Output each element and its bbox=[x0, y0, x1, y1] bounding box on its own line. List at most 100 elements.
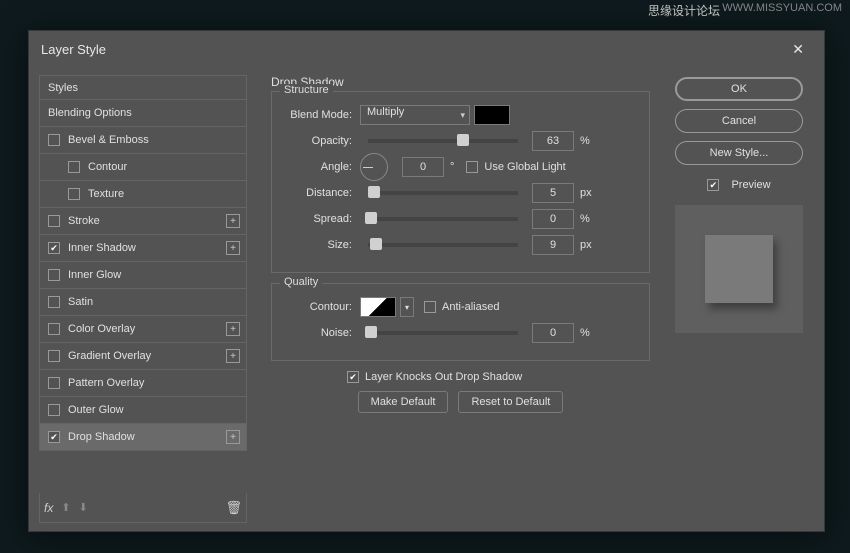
arrow-up-icon[interactable]: ⬆ bbox=[61, 501, 70, 514]
checkbox[interactable] bbox=[48, 431, 60, 443]
blend-mode-select[interactable]: Multiply▾ bbox=[360, 105, 470, 125]
checkbox[interactable] bbox=[48, 404, 60, 416]
checkbox[interactable] bbox=[48, 269, 60, 281]
preview-checkbox[interactable] bbox=[707, 179, 719, 191]
dialog-title: Layer Style bbox=[41, 42, 784, 57]
checkbox[interactable] bbox=[48, 242, 60, 254]
spread-unit: % bbox=[580, 213, 590, 225]
plus-icon[interactable]: + bbox=[226, 430, 240, 444]
distance-label: Distance: bbox=[282, 187, 360, 199]
contour-dropdown[interactable]: ▾ bbox=[400, 297, 414, 317]
size-slider[interactable] bbox=[368, 243, 518, 247]
reset-default-button[interactable]: Reset to Default bbox=[458, 391, 563, 413]
arrow-down-icon[interactable]: ⬇ bbox=[79, 501, 88, 514]
contour-swatch[interactable] bbox=[360, 297, 396, 317]
size-input[interactable] bbox=[532, 235, 574, 255]
sidebar-item-inner-glow[interactable]: Inner Glow bbox=[39, 262, 247, 289]
slider-thumb[interactable] bbox=[368, 186, 380, 198]
knockout-checkbox[interactable] bbox=[347, 371, 359, 383]
slider-thumb[interactable] bbox=[457, 134, 469, 146]
fx-label[interactable]: fx bbox=[44, 501, 53, 515]
sidebar-item-contour[interactable]: Contour bbox=[39, 154, 247, 181]
checkbox[interactable] bbox=[68, 188, 80, 200]
settings-panel: Drop Shadow Structure Blend Mode: Multip… bbox=[257, 67, 664, 531]
size-label: Size: bbox=[282, 239, 360, 251]
opacity-unit: % bbox=[580, 135, 590, 147]
antialiased-checkbox[interactable] bbox=[424, 301, 436, 313]
slider-thumb[interactable] bbox=[370, 238, 382, 250]
sidebar-item-satin[interactable]: Satin bbox=[39, 289, 247, 316]
sidebar-item-blending-options[interactable]: Blending Options bbox=[39, 100, 247, 127]
cancel-button[interactable]: Cancel bbox=[675, 109, 803, 133]
titlebar: Layer Style ✕ bbox=[29, 31, 824, 67]
sidebar-item-drop-shadow[interactable]: Drop Shadow + bbox=[39, 424, 247, 451]
noise-unit: % bbox=[580, 327, 590, 339]
quality-legend: Quality bbox=[280, 276, 322, 288]
checkbox[interactable] bbox=[48, 296, 60, 308]
slider-thumb[interactable] bbox=[365, 212, 377, 224]
ok-button[interactable]: OK bbox=[675, 77, 803, 101]
angle-dial[interactable] bbox=[360, 153, 388, 181]
sidebar-footer: fx ⬆ ⬇ 🗑 bbox=[39, 493, 247, 523]
slider-thumb[interactable] bbox=[365, 326, 377, 338]
checkbox[interactable] bbox=[48, 134, 60, 146]
new-style-button[interactable]: New Style... bbox=[675, 141, 803, 165]
sidebar-item-inner-shadow[interactable]: Inner Shadow+ bbox=[39, 235, 247, 262]
checkbox[interactable] bbox=[68, 161, 80, 173]
plus-icon[interactable]: + bbox=[226, 241, 240, 255]
opacity-slider[interactable] bbox=[368, 139, 518, 143]
sidebar-item-bevel-emboss[interactable]: Bevel & Emboss bbox=[39, 127, 247, 154]
plus-icon[interactable]: + bbox=[226, 349, 240, 363]
sidebar-item-label: Gradient Overlay bbox=[68, 350, 151, 362]
checkbox[interactable] bbox=[48, 350, 60, 362]
size-unit: px bbox=[580, 239, 592, 251]
checkbox[interactable] bbox=[48, 323, 60, 335]
spread-input[interactable] bbox=[532, 209, 574, 229]
noise-label: Noise: bbox=[282, 327, 360, 339]
noise-input[interactable] bbox=[532, 323, 574, 343]
structure-group: Structure Blend Mode: Multiply▾ Opacity:… bbox=[271, 91, 650, 273]
sidebar-item-label: Styles bbox=[48, 82, 78, 94]
noise-slider[interactable] bbox=[368, 331, 518, 335]
sidebar-item-label: Inner Glow bbox=[68, 269, 121, 281]
blend-mode-value: Multiply bbox=[367, 106, 404, 118]
sidebar-item-styles[interactable]: Styles bbox=[39, 75, 247, 100]
angle-input[interactable] bbox=[402, 157, 444, 177]
plus-icon[interactable]: + bbox=[226, 322, 240, 336]
quality-group: Quality Contour: ▾ Anti-aliased Noise: % bbox=[271, 283, 650, 361]
sidebar-item-label: Contour bbox=[88, 161, 127, 173]
watermark-en: WWW.MISSYUAN.COM bbox=[722, 2, 842, 14]
distance-input[interactable] bbox=[532, 183, 574, 203]
opacity-label: Opacity: bbox=[282, 135, 360, 147]
sidebar-item-label: Bevel & Emboss bbox=[68, 134, 149, 146]
shadow-color-swatch[interactable] bbox=[474, 105, 510, 125]
checkbox[interactable] bbox=[48, 215, 60, 227]
preview-box bbox=[675, 205, 803, 333]
knockout-label: Layer Knocks Out Drop Shadow bbox=[365, 371, 522, 383]
sidebar-item-label: Texture bbox=[88, 188, 124, 200]
antialiased-label: Anti-aliased bbox=[442, 301, 499, 313]
sidebar-item-label: Color Overlay bbox=[68, 323, 135, 335]
contour-label: Contour: bbox=[282, 301, 360, 313]
sidebar-item-gradient-overlay[interactable]: Gradient Overlay + bbox=[39, 343, 247, 370]
sidebar-item-stroke[interactable]: Stroke+ bbox=[39, 208, 247, 235]
spread-slider[interactable] bbox=[368, 217, 518, 221]
watermark-cn: 思缘设计论坛 bbox=[648, 2, 720, 19]
distance-slider[interactable] bbox=[368, 191, 518, 195]
make-default-button[interactable]: Make Default bbox=[358, 391, 449, 413]
opacity-input[interactable] bbox=[532, 131, 574, 151]
sidebar-item-color-overlay[interactable]: Color Overlay + bbox=[39, 316, 247, 343]
trash-icon[interactable]: 🗑 bbox=[225, 500, 242, 516]
close-button[interactable]: ✕ bbox=[784, 37, 812, 62]
sidebar-item-texture[interactable]: Texture bbox=[39, 181, 247, 208]
sidebar-item-pattern-overlay[interactable]: Pattern Overlay bbox=[39, 370, 247, 397]
blend-mode-label: Blend Mode: bbox=[282, 109, 360, 121]
plus-icon[interactable]: + bbox=[226, 214, 240, 228]
global-light-checkbox[interactable] bbox=[466, 161, 478, 173]
sidebar-item-label: Satin bbox=[68, 296, 93, 308]
spread-label: Spread: bbox=[282, 213, 360, 225]
sidebar-item-label: Drop Shadow bbox=[68, 431, 135, 443]
sidebar-item-outer-glow[interactable]: Outer Glow bbox=[39, 397, 247, 424]
checkbox[interactable] bbox=[48, 377, 60, 389]
angle-label: Angle: bbox=[282, 161, 360, 173]
